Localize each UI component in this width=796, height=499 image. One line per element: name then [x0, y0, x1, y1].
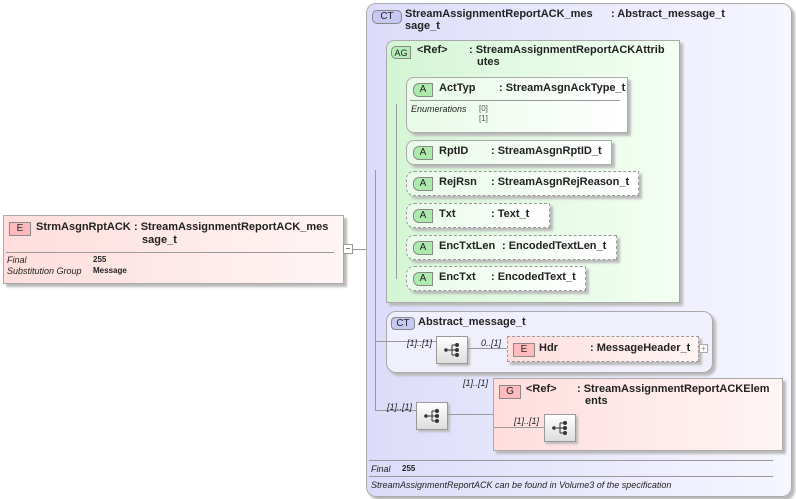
attribute-badge: A	[413, 272, 433, 286]
attribute-group-badge: AG	[391, 46, 411, 59]
attribute-name: Txt	[439, 208, 456, 220]
attribute-badge: A	[413, 241, 433, 255]
group-box[interactable]: G <Ref> : StreamAssignmentReportACKElem …	[493, 378, 783, 451]
footer-note: StreamAssignmentReportACK can be found i…	[371, 480, 672, 490]
sequence-icon[interactable]	[416, 402, 448, 430]
attribute-type: : StreamAsgnRejReason_t	[491, 176, 630, 188]
root-element[interactable]: E StrmAsgnRptACK : StreamAssignmentRepor…	[3, 215, 344, 284]
attribute-name: EncTxt	[439, 271, 476, 283]
element-type: : MessageHeader_t	[590, 342, 691, 354]
attribute-type: : EncodedTextLen_t	[502, 240, 607, 252]
attribute-name: ActTyp	[439, 82, 476, 94]
attribute-acttyp[interactable]: A ActTyp : StreamAsgnAckType_t Enumerati…	[406, 77, 628, 133]
attribute-badge: A	[413, 177, 433, 191]
complex-type-name: StreamAssignmentReportACK_mes	[405, 8, 593, 20]
footer-final-label: Final	[371, 464, 391, 474]
attribute-enctxt[interactable]: A EncTxt : EncodedText_t	[406, 266, 586, 291]
element-hdr[interactable]: E Hdr : MessageHeader_t	[507, 336, 699, 362]
attribute-type: : StreamAsgnRptID_t	[491, 145, 602, 157]
subst-value: Message	[93, 266, 127, 275]
group-badge: G	[499, 385, 521, 399]
sequence-multiplicity: [1]..[1]	[407, 338, 433, 348]
enum-value: [0]	[479, 104, 488, 113]
complex-type-base-cont: sage_t	[405, 20, 440, 32]
attribute-type: : StreamAsgnAckType_t	[499, 82, 626, 94]
base-type-badge: CT	[391, 317, 415, 330]
attribute-txt[interactable]: A Txt : Text_t	[406, 203, 550, 228]
attribute-name: RejRsn	[439, 176, 477, 188]
enum-value: [1]	[479, 114, 488, 123]
footer-final-value: 255	[402, 464, 416, 473]
subst-label: Substitution Group	[7, 266, 82, 276]
group-type: : StreamAssignmentReportACKElem	[577, 383, 770, 395]
attribute-enctxtlen[interactable]: A EncTxtLen : EncodedTextLen_t	[406, 235, 617, 260]
attribute-group-type-cont: utes	[477, 56, 500, 68]
element-type-cont: sage_t	[142, 234, 177, 246]
attribute-name: EncTxtLen	[439, 240, 496, 252]
base-type-name: Abstract_message_t	[418, 316, 526, 328]
attribute-rejrsn[interactable]: A RejRsn : StreamAsgnRejReason_t	[406, 171, 639, 196]
attribute-group-name: <Ref>	[417, 44, 448, 56]
group-multiplicity: [1]..[1]	[463, 378, 489, 388]
attribute-name: RptID	[439, 145, 469, 157]
inner-sequence-multiplicity: [1]..[1]	[514, 416, 540, 426]
attribute-badge: A	[413, 209, 433, 223]
final-value: 255	[93, 255, 107, 264]
group-type-cont: ents	[585, 395, 608, 407]
element-badge: E	[513, 343, 535, 357]
enumerations-label: Enumerations	[411, 104, 467, 114]
final-label: Final	[7, 255, 27, 265]
sequence-multiplicity: [1]..[1]	[387, 402, 413, 412]
attribute-badge: A	[413, 146, 433, 160]
element-type: : StreamAssignmentReportACK_mes	[134, 221, 329, 233]
complex-type-base: : Abstract_message_t	[611, 8, 725, 20]
element-name: StrmAsgnRptACK	[36, 221, 131, 233]
hdr-multiplicity: 0..[1]	[481, 338, 502, 348]
expand-toggle[interactable]: +	[699, 344, 708, 353]
attribute-rptid[interactable]: A RptID : StreamAsgnRptID_t	[406, 140, 612, 165]
sequence-icon[interactable]	[436, 336, 468, 364]
attribute-group-type: : StreamAssignmentReportACKAttrib	[469, 44, 665, 56]
attribute-badge: A	[413, 83, 433, 97]
sequence-icon[interactable]	[544, 414, 576, 442]
element-badge: E	[9, 222, 31, 236]
element-name: Hdr	[539, 342, 558, 354]
attribute-type: : EncodedText_t	[491, 271, 576, 283]
complex-type-badge: CT	[372, 10, 402, 24]
group-name: <Ref>	[526, 383, 557, 395]
attribute-type: : Text_t	[491, 208, 530, 220]
